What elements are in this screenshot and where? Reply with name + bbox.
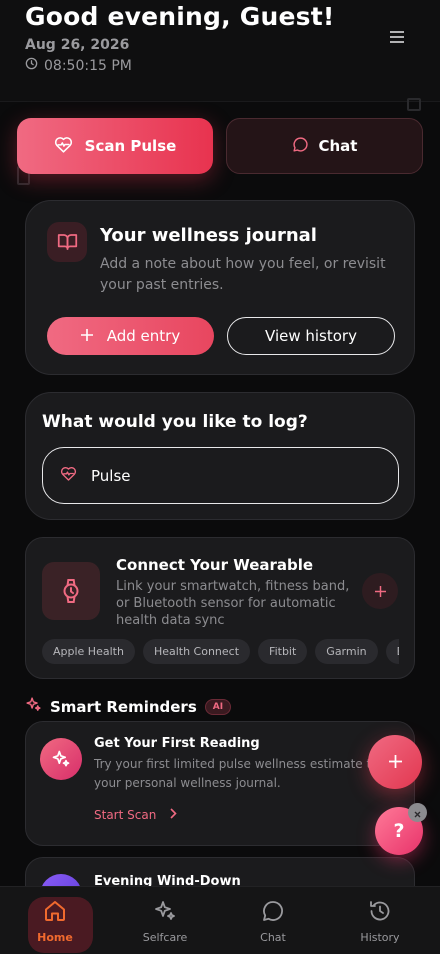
nav-item-history[interactable]: History bbox=[325, 887, 435, 954]
menu-button[interactable] bbox=[386, 26, 408, 48]
wearable-description: Link your smartwatch, fitness band, or B… bbox=[116, 579, 350, 628]
add-fab-button[interactable] bbox=[368, 735, 422, 789]
sparkles-icon bbox=[40, 738, 82, 780]
journal-description: Add a note about how you feel, or revisi… bbox=[100, 256, 386, 293]
chat-label: Chat bbox=[318, 137, 358, 155]
log-title: What would you like to log? bbox=[42, 412, 308, 432]
home-screen: Good evening, Guest! Aug 26, 2026 08:50:… bbox=[0, 0, 440, 954]
chip-garmin[interactable]: Garmin bbox=[315, 639, 378, 664]
log-type-select[interactable]: Pulse bbox=[42, 447, 399, 504]
chip-health-connect[interactable]: Health Connect bbox=[142, 639, 251, 664]
start-scan-link[interactable]: Start Scan bbox=[94, 808, 177, 822]
nav-label: Home bbox=[37, 930, 73, 944]
view-history-button[interactable]: View history bbox=[227, 317, 395, 355]
chip-fitbit[interactable]: Fitbit bbox=[258, 639, 308, 664]
time-text: 08:50:15 PM bbox=[44, 57, 132, 74]
home-icon bbox=[43, 899, 67, 926]
placeholder-square bbox=[407, 98, 421, 111]
app-header: Good evening, Guest! Aug 26, 2026 08:50:… bbox=[0, 0, 440, 102]
smart-reminders-title: Smart Reminders bbox=[50, 697, 197, 716]
chevron-right-icon bbox=[170, 808, 177, 822]
chat-button[interactable]: Chat bbox=[226, 118, 423, 174]
sparkles-icon bbox=[25, 696, 42, 717]
plus-icon bbox=[388, 753, 402, 772]
start-scan-label: Start Scan bbox=[94, 808, 157, 822]
nav-item-selfcare[interactable]: Selfcare bbox=[110, 887, 220, 954]
sparkles-icon bbox=[153, 899, 177, 926]
clock-icon bbox=[25, 57, 38, 74]
current-time: 08:50:15 PM bbox=[25, 57, 132, 74]
scan-pulse-button[interactable]: Scan Pulse bbox=[17, 118, 213, 174]
nav-label: Chat bbox=[260, 930, 286, 944]
smart-reminders-header: Smart Reminders AI bbox=[25, 696, 232, 717]
heart-pulse-icon bbox=[54, 136, 73, 157]
history-icon bbox=[368, 899, 392, 926]
add-entry-button[interactable]: Add entry bbox=[47, 317, 214, 355]
connect-wearable-card[interactable]: Connect Your Wearable Link your smartwat… bbox=[25, 537, 415, 679]
chip-apple-health[interactable]: Apple Health bbox=[42, 639, 135, 664]
wearable-title: Connect Your Wearable bbox=[116, 556, 314, 574]
heart-pulse-icon bbox=[60, 466, 77, 485]
wellness-journal-card: Your wellness journal Add a note about h… bbox=[25, 200, 415, 375]
current-date: Aug 26, 2026 bbox=[25, 37, 130, 53]
nav-label: History bbox=[360, 930, 400, 944]
close-icon bbox=[414, 803, 421, 822]
menu-icon bbox=[390, 28, 404, 47]
journal-title: Your wellness journal bbox=[100, 225, 317, 246]
reminder-title: Get Your First Reading bbox=[94, 736, 260, 751]
ai-badge: AI bbox=[204, 698, 232, 715]
integration-chips: Apple Health Health Connect Fitbit Garmi… bbox=[42, 639, 399, 665]
book-icon bbox=[47, 222, 87, 262]
chip-bluetooth[interactable]: Blue bbox=[385, 639, 399, 664]
plus-icon bbox=[80, 327, 93, 345]
nav-item-chat[interactable]: Chat bbox=[218, 887, 328, 954]
nav-label: Selfcare bbox=[142, 930, 188, 944]
chat-bubble-icon bbox=[261, 899, 285, 926]
help-label: ? bbox=[393, 820, 405, 842]
view-history-label: View history bbox=[265, 327, 357, 345]
dismiss-help-button[interactable] bbox=[408, 803, 427, 822]
add-entry-label: Add entry bbox=[106, 327, 181, 345]
plus-icon bbox=[374, 582, 386, 601]
nav-item-home[interactable]: Home bbox=[0, 887, 110, 954]
bottom-navigation: Home Selfcare Chat History bbox=[0, 886, 440, 954]
connect-wearable-button[interactable] bbox=[362, 573, 398, 609]
chat-bubble-icon bbox=[292, 136, 309, 157]
scan-pulse-label: Scan Pulse bbox=[84, 137, 177, 155]
watch-icon bbox=[42, 562, 100, 620]
reminder-description: Try your first limited pulse wellness es… bbox=[94, 757, 389, 790]
greeting-title: Good evening, Guest! bbox=[25, 2, 335, 31]
log-type-card: What would you like to log? Pulse bbox=[25, 392, 415, 520]
reminder-card: Get Your First Reading Try your first li… bbox=[25, 721, 415, 846]
log-type-value: Pulse bbox=[91, 466, 131, 485]
